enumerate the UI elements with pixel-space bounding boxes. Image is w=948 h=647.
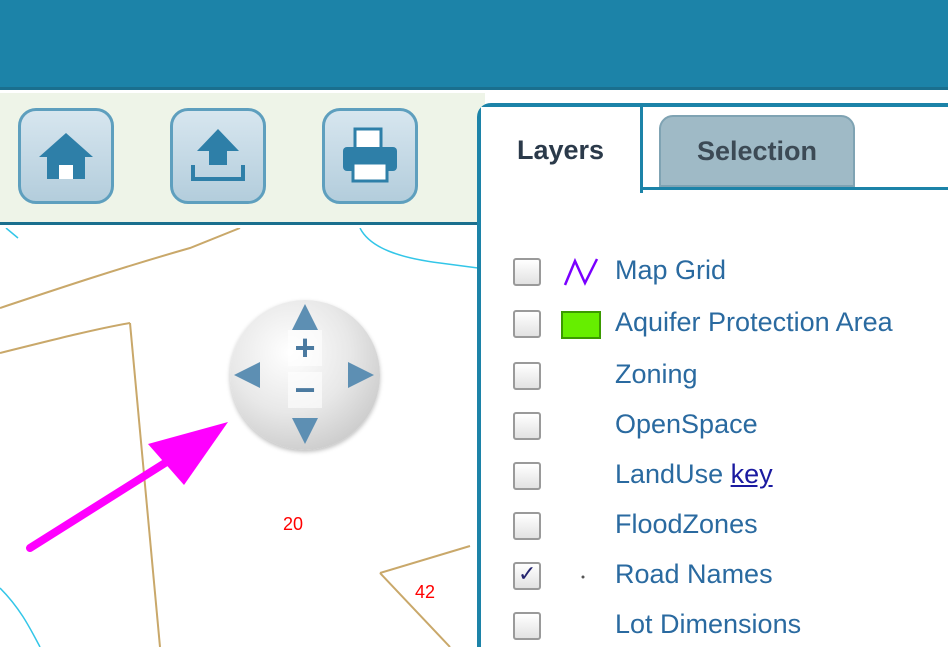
layer-checkbox[interactable] (513, 310, 541, 338)
layer-label: LandUse (615, 459, 724, 489)
layer-item-landuse: LandUse key (513, 459, 948, 499)
layer-item-zoning: Zoning (513, 359, 948, 399)
layer-label: Aquifer Protection Area (615, 307, 893, 337)
layer-label: OpenSpace (615, 409, 758, 439)
layer-item-aquifer-protection-area: Aquifer Protection Area (513, 307, 948, 347)
layer-item-floodzones: FloodZones (513, 509, 948, 549)
filled-box-icon (561, 311, 601, 339)
lot-number-label: 20 (283, 514, 304, 534)
tab-divider (643, 187, 948, 190)
pan-zoom-control: + − (230, 300, 380, 450)
layer-checkbox[interactable] (513, 258, 541, 286)
header-bar (0, 0, 948, 90)
upload-icon (191, 129, 245, 181)
pan-left-button[interactable] (232, 360, 262, 390)
layer-label: Zoning (615, 359, 698, 389)
pan-down-button[interactable] (290, 416, 320, 446)
layer-item-openspace: OpenSpace (513, 409, 948, 449)
layer-item-map-grid: Map Grid (513, 255, 948, 295)
layer-checkbox[interactable] (513, 612, 541, 640)
layer-label-group: LandUse key (615, 459, 773, 490)
layer-item-road-names: ✓ Road Names (513, 559, 948, 599)
map-linework (0, 228, 478, 647)
layer-checkbox[interactable] (513, 362, 541, 390)
map-canvas[interactable]: 20 42 (0, 228, 478, 647)
home-button[interactable] (18, 108, 114, 204)
map-application: 20 42 + − Layers Selection Map Grid Aqui… (0, 0, 948, 647)
layer-checkbox[interactable] (513, 412, 541, 440)
print-button[interactable] (322, 108, 418, 204)
toolbar (0, 93, 485, 225)
layer-label: Lot Dimensions (615, 609, 802, 639)
zigzag-line-icon (563, 257, 599, 286)
zoom-out-button[interactable]: − (288, 372, 322, 408)
lot-number-label: 42 (415, 582, 436, 602)
layer-checkbox[interactable] (513, 462, 541, 490)
tab-layers[interactable]: Layers (481, 107, 643, 193)
layer-checkbox[interactable]: ✓ (513, 562, 541, 590)
layer-label: Map Grid (615, 255, 727, 285)
layer-label: FloodZones (615, 509, 758, 539)
printer-icon (343, 127, 397, 183)
dot-icon (581, 575, 585, 579)
layer-checkbox[interactable] (513, 512, 541, 540)
pan-right-button[interactable] (346, 360, 376, 390)
tab-selection[interactable]: Selection (659, 115, 855, 187)
landuse-key-link[interactable]: key (731, 459, 773, 489)
checkmark-icon: ✓ (518, 562, 537, 587)
layer-label: Road Names (615, 559, 773, 589)
home-icon (39, 133, 93, 179)
layers-panel: Layers Selection Map Grid Aquifer Protec… (477, 103, 948, 647)
upload-button[interactable] (170, 108, 266, 204)
zoom-in-button[interactable]: + (288, 330, 322, 366)
layer-item-lot-dimensions: Lot Dimensions (513, 609, 948, 647)
